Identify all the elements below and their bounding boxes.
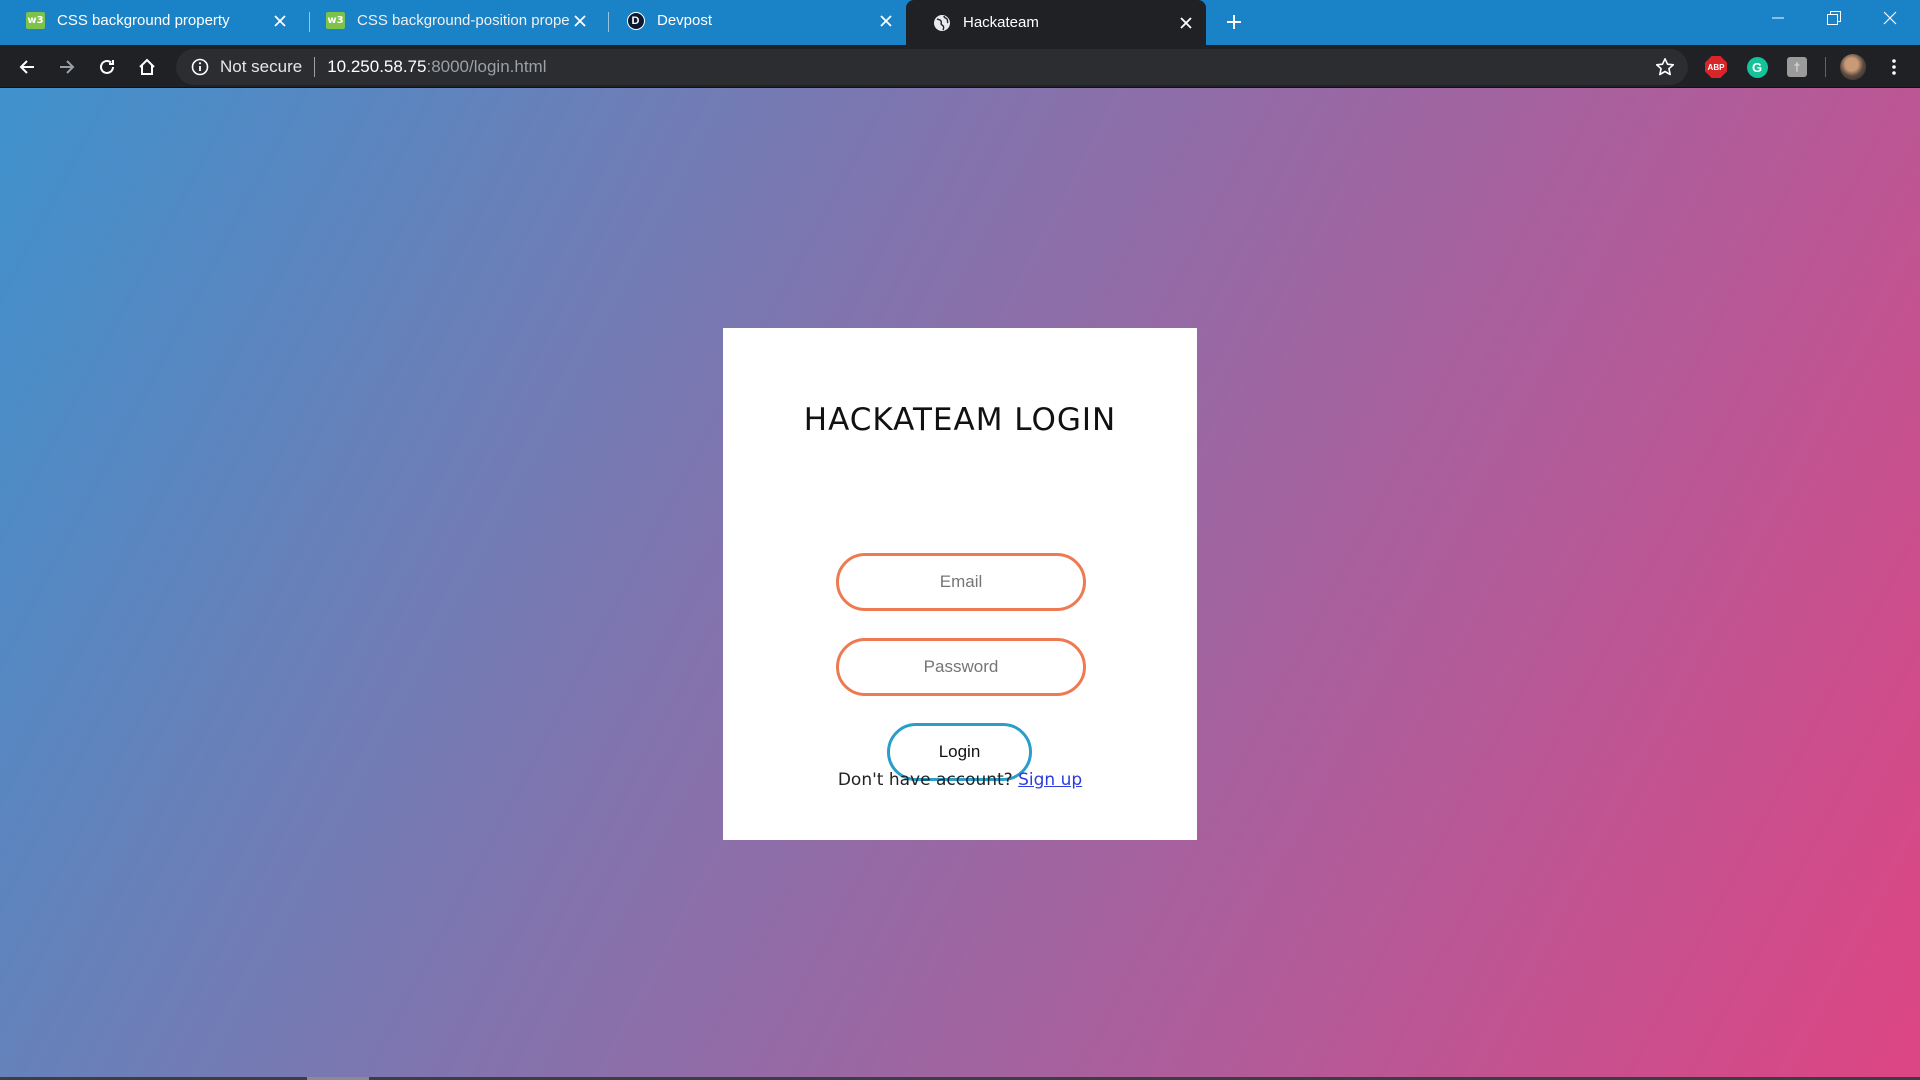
tab-title: CSS background-position proper [357, 12, 570, 29]
login-card: HACKATEAM LOGIN Login Don't have account… [723, 328, 1197, 840]
home-icon [139, 58, 155, 75]
tab-title: Hackateam [963, 14, 1039, 31]
reload-button[interactable] [93, 53, 121, 81]
plus-icon [1227, 15, 1241, 29]
restore-icon [1827, 11, 1841, 25]
adblock-plus-icon[interactable]: ABP [1704, 55, 1728, 79]
home-button[interactable] [133, 53, 161, 81]
close-icon[interactable] [876, 11, 896, 31]
grammarly-icon[interactable]: G [1745, 55, 1769, 79]
signup-row: Don't have account? Sign up [723, 770, 1197, 790]
tab-title: CSS background property [57, 12, 230, 29]
devpost-icon: D [626, 11, 645, 30]
toolbar-separator [1825, 57, 1826, 77]
browser-toolbar: Not secure 10.250.58.75 :8000/login.html… [0, 45, 1920, 88]
profile-avatar[interactable] [1840, 54, 1866, 80]
signup-link[interactable]: Sign up [1018, 770, 1082, 790]
forward-button[interactable] [53, 53, 81, 81]
back-button[interactable] [13, 53, 41, 81]
page-title: HACKATEAM LOGIN [803, 402, 1117, 438]
info-icon[interactable] [190, 57, 210, 77]
reload-icon [100, 59, 114, 74]
omnibox-separator [314, 57, 316, 77]
w3schools-icon: w3 [26, 11, 45, 30]
minimize-icon [1772, 17, 1784, 19]
tab-css-background[interactable]: w3 CSS background property [0, 0, 300, 41]
close-icon [1883, 11, 1897, 25]
close-icon[interactable] [1176, 13, 1196, 33]
kebab-menu-icon [1892, 59, 1896, 75]
tab-css-background-position[interactable]: w3 CSS background-position proper [300, 0, 600, 41]
url-host[interactable]: 10.250.58.75 [327, 57, 426, 77]
signup-prompt: Don't have account? [837, 770, 1013, 790]
tab-hackateam[interactable]: Hackateam [906, 0, 1206, 45]
bookmark-star-icon[interactable] [1654, 56, 1676, 78]
globe-icon [932, 13, 951, 32]
email-field[interactable] [836, 553, 1086, 611]
close-icon[interactable] [270, 11, 290, 31]
address-bar[interactable]: Not secure 10.250.58.75 :8000/login.html [176, 49, 1688, 85]
security-label[interactable]: Not secure [220, 57, 302, 77]
new-tab-button[interactable] [1220, 8, 1248, 36]
tab-title: Devpost [657, 12, 713, 29]
extension-icon[interactable]: † [1785, 55, 1809, 79]
menu-button[interactable] [1880, 53, 1908, 81]
tab-devpost[interactable]: D Devpost [600, 0, 906, 41]
w3schools-icon: w3 [326, 11, 345, 30]
tab-strip: w3 CSS background property w3 CSS backgr… [0, 0, 1920, 45]
arrow-left-icon [19, 60, 34, 74]
page-viewport: HACKATEAM LOGIN Login Don't have account… [0, 88, 1920, 1080]
arrow-right-icon [60, 60, 75, 74]
close-window-button[interactable] [1862, 0, 1918, 36]
password-field[interactable] [836, 638, 1086, 696]
minimize-button[interactable] [1750, 0, 1806, 36]
close-icon[interactable] [570, 11, 590, 31]
url-path[interactable]: :8000/login.html [426, 57, 546, 77]
restore-button[interactable] [1806, 0, 1862, 36]
